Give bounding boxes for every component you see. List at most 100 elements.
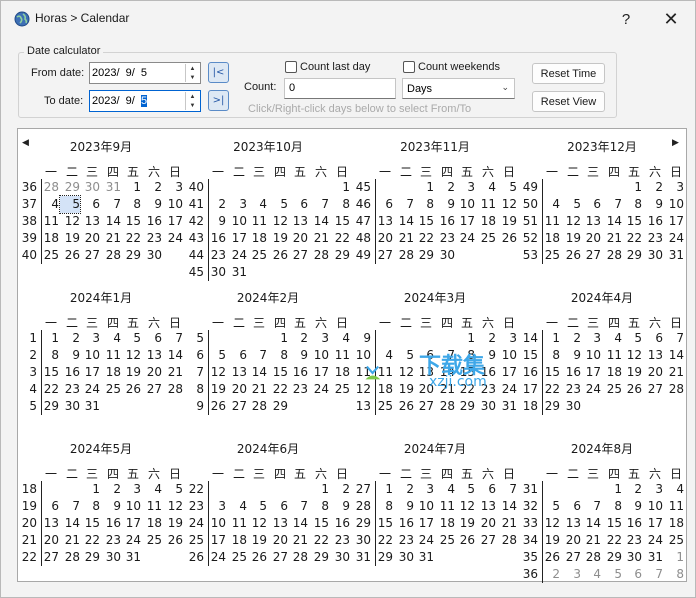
day-cell[interactable]: 20 bbox=[561, 532, 581, 549]
jump-from-button[interactable]: |< bbox=[208, 62, 229, 83]
day-cell[interactable]: 4 bbox=[101, 330, 121, 347]
day-cell[interactable]: 11 bbox=[101, 347, 121, 364]
day-cell[interactable]: 14 bbox=[288, 515, 308, 532]
day-cell[interactable]: 24 bbox=[206, 549, 226, 566]
day-cell[interactable]: 30 bbox=[60, 398, 80, 415]
day-cell[interactable]: 1 bbox=[39, 330, 59, 347]
day-cell[interactable]: 12 bbox=[540, 515, 560, 532]
day-cell[interactable]: 21 bbox=[394, 230, 414, 247]
day-cell[interactable]: 6 bbox=[268, 498, 288, 515]
day-cell[interactable]: 11 bbox=[435, 498, 455, 515]
day-cell[interactable]: 28 bbox=[435, 398, 455, 415]
count-weekends-label[interactable]: Count weekends bbox=[418, 61, 500, 73]
day-cell[interactable]: 30 bbox=[476, 398, 496, 415]
day-cell[interactable]: 22 bbox=[330, 230, 350, 247]
day-cell[interactable]: 16 bbox=[206, 230, 226, 247]
day-cell[interactable]: 17 bbox=[121, 515, 141, 532]
day-cell[interactable]: 8 bbox=[39, 347, 59, 364]
day-cell[interactable]: 22 bbox=[602, 532, 622, 549]
day-cell[interactable]: 26 bbox=[247, 549, 267, 566]
day-cell[interactable]: 2 bbox=[561, 330, 581, 347]
day-cell[interactable]: 21 bbox=[602, 230, 622, 247]
day-cell[interactable]: 2 bbox=[476, 330, 496, 347]
day-cell[interactable]: 13 bbox=[581, 213, 601, 230]
day-cell[interactable]: 15 bbox=[268, 364, 288, 381]
day-cell[interactable]: 1 bbox=[373, 481, 393, 498]
day-cell[interactable]: 22 bbox=[39, 381, 59, 398]
day-cell[interactable]: 31 bbox=[414, 549, 434, 566]
day-cell[interactable]: 1 bbox=[622, 179, 642, 196]
day-cell[interactable]: 31 bbox=[121, 549, 141, 566]
day-cell[interactable]: 17 bbox=[664, 213, 684, 230]
day-cell[interactable]: 3 bbox=[455, 179, 475, 196]
spin-down-icon[interactable]: ▼ bbox=[186, 73, 199, 82]
day-cell[interactable]: 7 bbox=[497, 481, 517, 498]
day-cell[interactable]: 30 bbox=[622, 549, 642, 566]
day-cell[interactable]: 2 bbox=[60, 330, 80, 347]
day-cell[interactable]: 11 bbox=[39, 213, 59, 230]
day-cell[interactable]: 19 bbox=[247, 532, 267, 549]
day-cell[interactable]: 24 bbox=[581, 381, 601, 398]
day-cell[interactable]: 18 bbox=[540, 230, 560, 247]
day-cell[interactable]: 6 bbox=[581, 196, 601, 213]
day-cell[interactable]: 11 bbox=[476, 196, 496, 213]
day-cell[interactable]: 3 bbox=[309, 330, 329, 347]
day-cell[interactable]: 29 bbox=[39, 398, 59, 415]
day-cell[interactable]: 21 bbox=[288, 532, 308, 549]
day-cell[interactable]: 17 bbox=[414, 515, 434, 532]
day-cell[interactable]: 16 bbox=[561, 364, 581, 381]
day-cell[interactable]: 9 bbox=[101, 498, 121, 515]
day-cell[interactable]: 25 bbox=[476, 230, 496, 247]
day-cell[interactable]: 14 bbox=[163, 347, 183, 364]
day-cell[interactable]: 29 bbox=[373, 549, 393, 566]
day-cell[interactable]: 24 bbox=[121, 532, 141, 549]
unit-select[interactable]: Days ⌄ bbox=[402, 78, 515, 99]
day-cell[interactable]: 14 bbox=[60, 515, 80, 532]
day-cell[interactable]: 26 bbox=[163, 532, 183, 549]
day-cell[interactable]: 28 bbox=[581, 549, 601, 566]
day-cell[interactable]: 6 bbox=[561, 498, 581, 515]
title-bar[interactable]: Horas > Calendar ? ✕ bbox=[1, 1, 695, 37]
day-cell[interactable]: 17 bbox=[80, 364, 100, 381]
day-cell[interactable]: 24 bbox=[414, 532, 434, 549]
day-cell[interactable]: 26 bbox=[121, 381, 141, 398]
day-cell[interactable]: 7 bbox=[101, 196, 121, 213]
day-cell[interactable]: 10 bbox=[643, 498, 663, 515]
day-cell[interactable]: 3 bbox=[206, 498, 226, 515]
day-cell[interactable]: 24 bbox=[643, 532, 663, 549]
day-cell[interactable]: 10 bbox=[80, 347, 100, 364]
count-last-day-checkbox[interactable] bbox=[285, 61, 297, 73]
day-cell[interactable]: 10 bbox=[163, 196, 183, 213]
day-cell[interactable]: 16 bbox=[101, 515, 121, 532]
day-cell[interactable]: 13 bbox=[476, 498, 496, 515]
day-cell[interactable]: 6 bbox=[142, 330, 162, 347]
day-cell[interactable]: 6 bbox=[80, 196, 100, 213]
day-cell[interactable]: 23 bbox=[142, 230, 162, 247]
day-cell[interactable]: 29 bbox=[414, 247, 434, 264]
day-cell[interactable]: 15 bbox=[80, 515, 100, 532]
day-cell[interactable]: 1 bbox=[414, 179, 434, 196]
day-cell[interactable]: 2 bbox=[622, 481, 642, 498]
day-cell[interactable]: 29 bbox=[622, 247, 642, 264]
to-date-field[interactable]: 2023/ 9/ 5 ▲ ▼ bbox=[89, 90, 201, 112]
day-cell[interactable]: 17 bbox=[643, 515, 663, 532]
reset-view-button[interactable]: Reset View bbox=[532, 91, 605, 112]
day-cell[interactable]: 19 bbox=[206, 381, 226, 398]
day-cell[interactable]: 23 bbox=[206, 247, 226, 264]
from-date-field[interactable]: 2023/ 9/ 5 ▲ ▼ bbox=[89, 62, 201, 84]
day-cell[interactable]: 16 bbox=[435, 213, 455, 230]
day-cell[interactable]: 25 bbox=[664, 532, 684, 549]
day-cell[interactable]: 21 bbox=[664, 364, 684, 381]
day-cell[interactable]: 3 bbox=[80, 330, 100, 347]
day-cell[interactable]: 18 bbox=[101, 364, 121, 381]
day-cell[interactable]: 13 bbox=[561, 515, 581, 532]
day-cell[interactable]: 19 bbox=[622, 364, 642, 381]
day-cell[interactable]: 10 bbox=[455, 196, 475, 213]
day-cell[interactable]: 26 bbox=[497, 230, 517, 247]
day-cell[interactable]: 30 bbox=[142, 247, 162, 264]
day-cell[interactable]: 15 bbox=[330, 213, 350, 230]
day-cell[interactable]: 2 bbox=[288, 330, 308, 347]
day-cell[interactable]: 16 bbox=[60, 364, 80, 381]
day-cell[interactable]: 7 bbox=[664, 330, 684, 347]
day-cell[interactable]: 25 bbox=[373, 398, 393, 415]
